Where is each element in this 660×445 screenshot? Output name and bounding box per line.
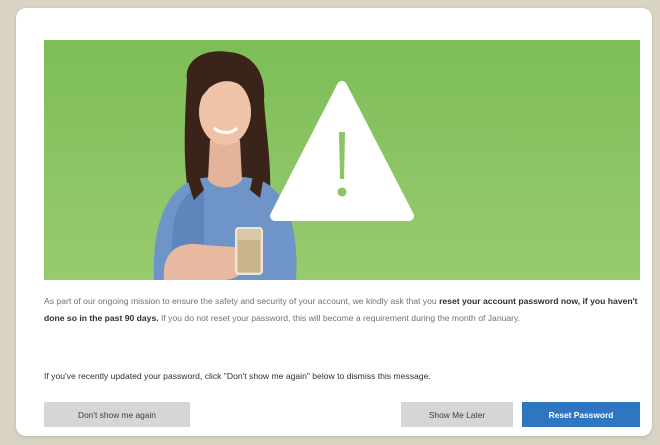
- reset-password-button[interactable]: Reset Password: [522, 402, 640, 427]
- message-outro: If you do not reset your password, this …: [158, 313, 521, 323]
- message-intro: As part of our ongoing mission to ensure…: [44, 296, 440, 306]
- hero-illustration: [153, 51, 414, 280]
- show-me-later-button[interactable]: Show Me Later: [401, 402, 513, 427]
- dismiss-note: If you've recently updated your password…: [44, 371, 431, 381]
- exclamation-triangle-icon: [270, 81, 414, 221]
- hero-banner: [44, 40, 640, 280]
- security-message: As part of our ongoing mission to ensure…: [44, 293, 642, 327]
- woman-photo: [153, 51, 297, 280]
- dont-show-again-button[interactable]: Don't show me again: [44, 402, 190, 427]
